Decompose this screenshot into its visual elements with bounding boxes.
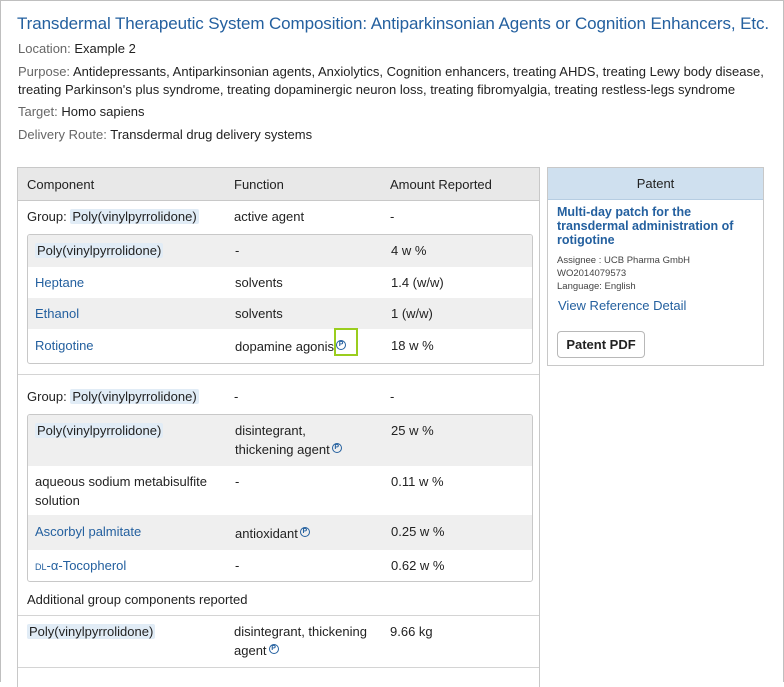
purpose-value: Antidepressants, Antiparkinsonian agents… [18,64,764,97]
focus-highlight [334,328,358,356]
group2-function: - [234,389,239,404]
patent-title-link[interactable]: Multi-day patch for the transdermal admi… [557,205,752,247]
function-line: disintegrant, [235,423,306,438]
patent-pdf-button[interactable]: Patent PDF [557,331,645,358]
group1-components: Poly(vinylpyrrolidone) - 4 w % Heptane s… [27,234,533,364]
location-line: Location: Example 2 [18,40,768,58]
patent-card: Patent Multi-day patch for the transderm… [547,167,764,366]
patent-note-icon[interactable]: P [268,644,279,654]
purpose-label: Purpose: [18,64,71,79]
component-name: Poly(vinylpyrrolidone) [35,243,164,258]
patent-assignee: Assignee : UCB Pharma GmbH [557,255,691,266]
patent-number: WO2014079573 [557,268,627,279]
component-name: aqueous sodium metabisulfite solution [35,472,207,510]
component-function: solvents [235,306,283,321]
component-name: -α-Tocopherol [46,558,127,573]
target-value: Homo sapiens [61,104,145,119]
group2-label: Group: Poly(vinylpyrrolidone) [27,387,199,406]
route-value: Transdermal drug delivery systems [110,127,313,142]
group1-amount: - [390,209,395,224]
purpose-line: Purpose: Antidepressants, Antiparkinsoni… [18,63,768,99]
component-amount: 0.62 w % [391,558,445,573]
component-amount: 1 (w/w) [391,306,433,321]
group1-name: Poly(vinylpyrrolidone) [70,209,199,224]
component-link-rotigotine[interactable]: Rotigotine [35,336,94,355]
function-line: thickening agent P [235,440,342,459]
function-text: thickening agent [235,442,330,457]
group1-label: Group: Poly(vinylpyrrolidone) [27,207,199,226]
divider [18,615,539,616]
component-line: solution [35,493,80,508]
table-header: Component Function Amount Reported [18,168,539,201]
header-function: Function [234,177,284,192]
component-function: antioxidant P [235,524,310,543]
table-row: Ethanol solvents 1 (w/w) [28,298,532,329]
component-link-tocopherol[interactable]: DL-α-Tocopherol [35,556,126,577]
component-function: - [235,243,240,258]
patent-language: Language: English [557,281,636,292]
group2-components: Poly(vinylpyrrolidone) disintegrant, thi… [27,414,533,582]
component-link-heptane[interactable]: Heptane [35,273,84,292]
group2-name: Poly(vinylpyrrolidone) [70,389,199,404]
divider [18,667,539,668]
component-link-ascorbyl-palmitate[interactable]: Ascorbyl palmitate [35,522,141,541]
component-amount: 1.4 (w/w) [391,275,444,290]
component-amount: 0.25 w % [391,524,445,539]
component-function: - [235,474,240,489]
component-amount: 18 w % [391,338,434,353]
route-line: Delivery Route: Transdermal drug deliver… [18,126,768,144]
target-line: Target: Homo sapiens [18,103,768,121]
component-amount: 25 w % [391,423,434,438]
group-label-text: Group: [27,389,67,404]
component-function: dopamine agonis P [235,337,347,356]
component-function: solvents [235,275,283,290]
component-name: Poly(vinylpyrrolidone) [35,423,164,438]
table-row: Rotigotine dopamine agonis P 18 w % [28,329,532,363]
function-text: antioxidant [235,526,298,541]
composition-table: Component Function Amount Reported Group… [17,167,540,687]
component-function: - [235,558,240,573]
table-row: Ascorbyl palmitate antioxidant P 0.25 w % [28,515,532,550]
function-line: agent P [234,641,367,660]
component-link-ethanol[interactable]: Ethanol [35,304,79,323]
patent-header: Patent [548,168,763,200]
function-text: dopamine agonis [235,339,335,354]
table-row: Poly(vinylpyrrolidone) - 4 w % [28,235,532,267]
route-label: Delivery Route: [18,127,107,142]
component-amount: 0.11 w % [391,474,444,489]
patent-note-icon[interactable]: P [299,527,310,537]
header-amount: Amount Reported [390,177,492,192]
location-value: Example 2 [74,41,136,56]
location-label: Location: [18,41,71,56]
component-prefix: DL [35,562,47,572]
extra-component-amount: 9.66 kg [390,624,433,639]
table-row: Poly(vinylpyrrolidone) disintegrant, thi… [28,415,532,466]
table-row: Heptane solvents 1.4 (w/w) [28,267,532,298]
function-text: agent [234,643,267,658]
function-line: disintegrant, thickening [234,624,367,639]
divider [18,374,539,375]
table-row: DL-α-Tocopherol - 0.62 w % [28,550,532,581]
extra-component-name: Poly(vinylpyrrolidone) [27,624,156,639]
additional-group-label: Additional group components reported [27,592,248,607]
target-label: Target: [18,104,58,119]
component-amount: 4 w % [391,243,427,258]
extra-component-function: disintegrant, thickening agent P [234,622,367,660]
component-line: aqueous sodium metabisulfite [35,474,207,489]
group-label-text: Group: [27,209,67,224]
group1-function: active agent [234,209,305,224]
header-component: Component [27,177,95,192]
component-function: disintegrant, thickening agent P [235,421,342,459]
patent-note-icon[interactable]: P [331,443,342,453]
group2-amount: - [390,389,395,404]
table-row: aqueous sodium metabisulfite solution - … [28,466,532,515]
view-reference-detail-link[interactable]: View Reference Detail [558,298,686,313]
page-title: Transdermal Therapeutic System Compositi… [17,14,770,33]
